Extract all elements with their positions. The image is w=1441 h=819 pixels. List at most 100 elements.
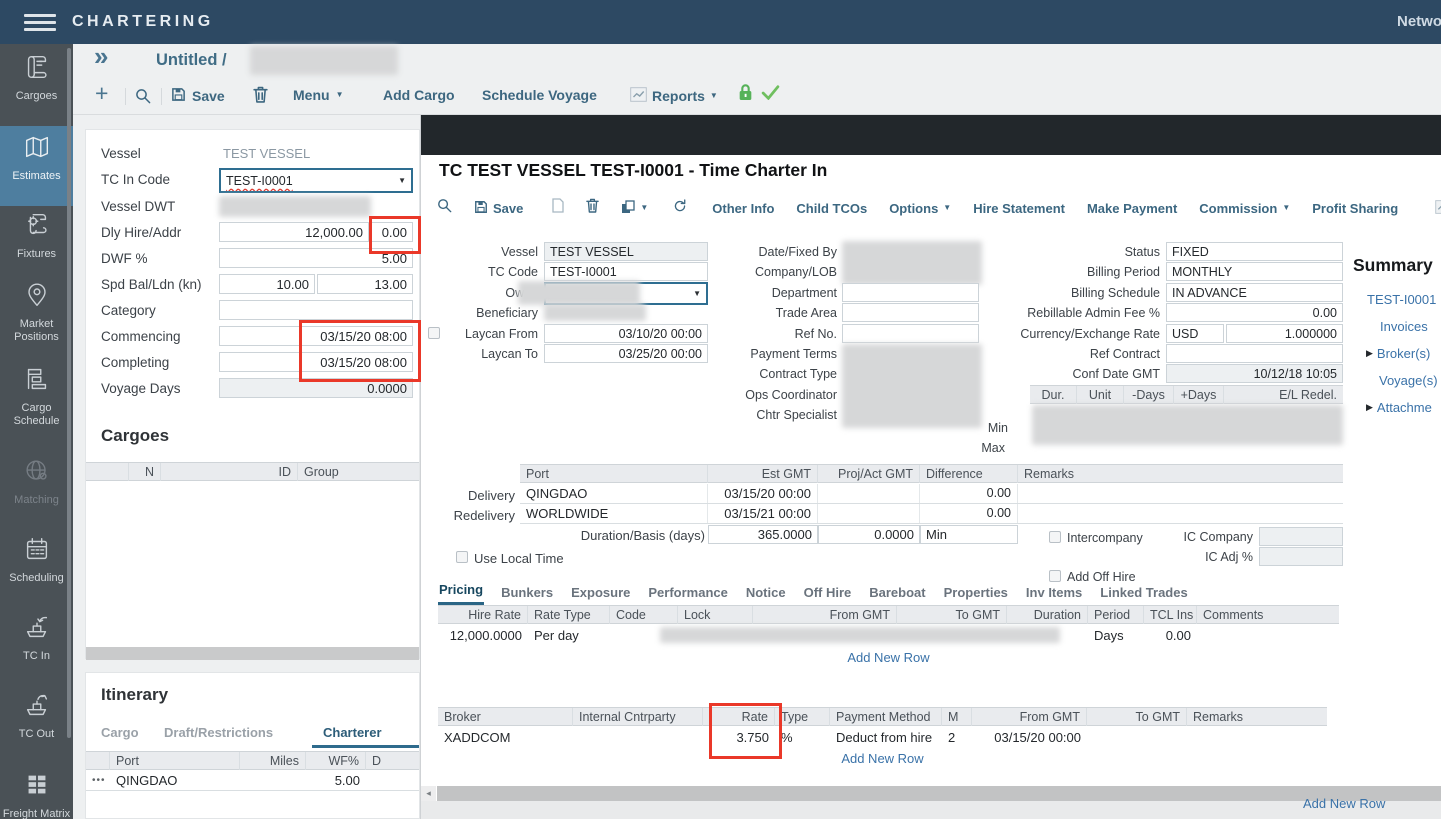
tab-inv-items[interactable]: Inv Items	[1025, 583, 1083, 605]
broker-row[interactable]: XADDCOM 3.750 % Deduct from hire 2 03/15…	[438, 727, 1327, 747]
laycan-from-field[interactable]: 03/10/20 00:00	[544, 324, 708, 343]
tc-code-field[interactable]: TEST-I0001	[544, 262, 708, 281]
scroll-left-button[interactable]: ◂	[421, 786, 436, 801]
tab-cargo[interactable]: Cargo	[101, 725, 139, 740]
ref-no-label: Ref No.	[712, 327, 837, 341]
completing-field[interactable]: 03/15/20 08:00	[219, 352, 413, 372]
commencing-field[interactable]: 03/15/20 08:00	[219, 326, 413, 346]
tab-pricing[interactable]: Pricing	[438, 580, 484, 605]
add-cargo-button[interactable]: Add Cargo	[383, 87, 455, 103]
reports-button[interactable]: Reports▼	[630, 87, 718, 105]
speed-label: Spd Bal/Ldn (kn)	[101, 277, 202, 292]
lock-icon[interactable]	[737, 83, 754, 106]
tab-off-hire[interactable]: Off Hire	[803, 583, 853, 605]
sidebar-item-cargo-schedule[interactable]: Cargo Schedule	[0, 364, 73, 428]
expander-icon[interactable]: ▶	[1366, 402, 1373, 413]
profit-sharing-button[interactable]: Profit Sharing	[1312, 201, 1398, 216]
tab-bareboat[interactable]: Bareboat	[868, 583, 926, 605]
network-label[interactable]: Netwo	[1397, 13, 1441, 30]
sidebar-item-label: Matching	[14, 494, 59, 507]
search-icon[interactable]	[135, 88, 151, 109]
tab-performance[interactable]: Performance	[647, 583, 728, 605]
exchange-rate-field[interactable]: 1.000000	[1226, 324, 1343, 343]
report-button[interactable]: Report▼	[1435, 200, 1441, 217]
dly-hire-label: Dly Hire/Addr	[101, 225, 181, 240]
summary-link-attachments[interactable]: ▶ Attachme	[1366, 400, 1432, 415]
tab-charterer[interactable]: Charterer	[323, 725, 382, 740]
tab-notice[interactable]: Notice	[745, 583, 787, 605]
copy-button[interactable]: ▼	[621, 200, 648, 217]
sidebar-item-tc-in[interactable]: TC In	[0, 612, 73, 663]
hire-statement-button[interactable]: Hire Statement	[973, 201, 1065, 216]
cargoes-hscrollbar[interactable]	[86, 647, 419, 660]
commission-button[interactable]: Commission▼	[1199, 201, 1290, 216]
tab-draft-restrictions[interactable]: Draft/Restrictions	[164, 725, 273, 740]
status-field[interactable]: FIXED	[1166, 242, 1343, 261]
refresh-icon[interactable]	[673, 199, 687, 218]
tc-horizontal-scrollbar[interactable]	[437, 786, 1441, 801]
sidebar-item-scheduling[interactable]: Scheduling	[0, 534, 73, 585]
speed-ballast-field[interactable]: 10.00	[219, 274, 315, 294]
currency-field[interactable]: USD	[1166, 324, 1224, 343]
bottom-add-new-row[interactable]: Add New Row	[1303, 795, 1385, 813]
add-button[interactable]: +	[95, 80, 108, 107]
make-payment-button[interactable]: Make Payment	[1087, 201, 1177, 216]
summary-link-invoices[interactable]: Invoices	[1380, 319, 1428, 334]
itinerary-row[interactable]: ••• QINGDAO 5.00	[86, 771, 419, 791]
save-button[interactable]: Save	[171, 87, 225, 105]
tc-window-titlebar[interactable]	[421, 115, 1441, 155]
other-info-button[interactable]: Other Info	[712, 201, 774, 216]
delete-icon[interactable]	[253, 86, 268, 108]
laycan-to-field[interactable]: 03/25/20 00:00	[544, 344, 708, 363]
collapse-chevrons-icon[interactable]: »	[94, 41, 108, 72]
sidebar-item-freight-matrix[interactable]: Freight Matrix	[0, 770, 73, 819]
billing-period-field[interactable]: MONTHLY	[1166, 262, 1343, 281]
addr-commission-field[interactable]: 0.00	[371, 222, 413, 242]
sidebar-scrollbar[interactable]	[67, 48, 71, 738]
hamburger-menu-icon[interactable]	[24, 14, 56, 31]
delete-icon[interactable]	[586, 198, 599, 218]
redelivery-row[interactable]: WORLDWIDE 03/15/21 00:00 0.00	[520, 504, 1343, 524]
tab-linked-trades[interactable]: Linked Trades	[1099, 583, 1188, 605]
department-field[interactable]	[842, 283, 979, 302]
intercompany-checkbox[interactable]	[1049, 531, 1061, 543]
schedule-voyage-button[interactable]: Schedule Voyage	[482, 87, 597, 103]
tab-properties[interactable]: Properties	[943, 583, 1009, 605]
ref-no-field[interactable]	[842, 324, 979, 343]
ic-company-field[interactable]	[1259, 527, 1343, 546]
billing-schedule-field[interactable]: IN ADVANCE	[1166, 283, 1343, 302]
tab-bunkers[interactable]: Bunkers	[500, 583, 554, 605]
expander-icon[interactable]: ▶	[1366, 348, 1373, 359]
tc-in-code-field[interactable]: TEST-I0001 ▼	[219, 168, 413, 193]
menu-button[interactable]: Menu▼	[293, 87, 343, 103]
dwf-field[interactable]: 5.00	[219, 248, 413, 268]
dly-hire-field[interactable]: 12,000.00	[219, 222, 369, 242]
child-tcos-button[interactable]: Child TCOs	[796, 201, 867, 216]
save-button[interactable]: Save	[474, 200, 523, 217]
use-local-time-checkbox[interactable]	[456, 551, 468, 563]
chevron-down-icon[interactable]: ▼	[693, 290, 701, 298]
summary-link-voyages[interactable]: Voyage(s)	[1379, 373, 1438, 388]
rebillable-admin-fee-field[interactable]: 0.00	[1166, 303, 1343, 322]
sidebar-item-market-positions[interactable]: Market Positions	[0, 280, 73, 344]
broker-add-new-row[interactable]: Add New Row	[438, 750, 1327, 768]
options-button[interactable]: Options▼	[889, 201, 951, 216]
chevron-down-icon[interactable]: ▼	[398, 177, 406, 185]
new-document-icon[interactable]	[552, 198, 564, 218]
sidebar-item-tc-out[interactable]: TC Out	[0, 690, 73, 741]
trade-area-field[interactable]	[842, 303, 979, 322]
tab-exposure[interactable]: Exposure	[570, 583, 631, 605]
sidebar-item-estimates[interactable]: Estimates	[0, 132, 73, 183]
summary-link-brokers[interactable]: ▶ Broker(s)	[1366, 346, 1430, 361]
sidebar-item-fixtures[interactable]: Fixtures	[0, 210, 73, 261]
category-field[interactable]	[219, 300, 413, 320]
summary-link-tc-code[interactable]: TEST-I0001	[1367, 292, 1436, 307]
row-menu-icon[interactable]: •••	[86, 771, 110, 790]
pricing-add-new-row[interactable]: Add New Row	[438, 649, 1339, 667]
speed-laden-field[interactable]: 13.00	[317, 274, 413, 294]
search-icon[interactable]	[437, 198, 452, 218]
ic-adj-field[interactable]	[1259, 547, 1343, 566]
sidebar-item-cargoes[interactable]: Cargoes	[0, 52, 73, 103]
ref-contract-field[interactable]	[1166, 344, 1343, 363]
delivery-row[interactable]: QINGDAO 03/15/20 00:00 0.00	[520, 484, 1343, 504]
